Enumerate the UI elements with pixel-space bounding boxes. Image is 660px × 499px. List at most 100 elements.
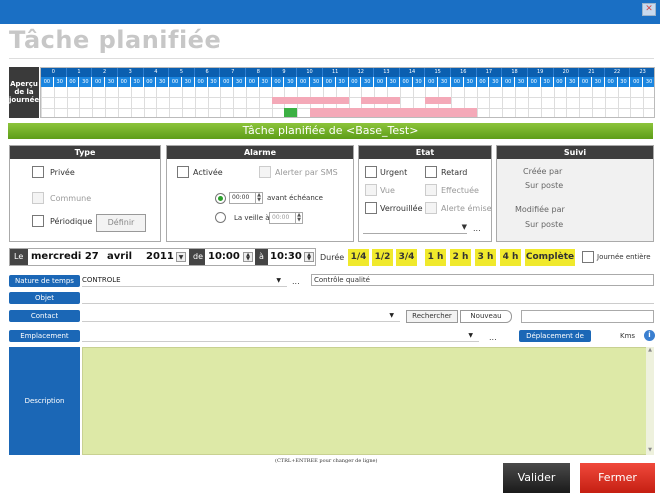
timeline-slot-9-00[interactable]: 00	[271, 77, 285, 87]
contact-select[interactable]: ▼	[82, 310, 400, 322]
timeline-slot-15-30[interactable]: 30	[438, 77, 451, 87]
timeline-slot-8-30[interactable]: 30	[258, 77, 272, 87]
timeline-slot-21-30[interactable]: 30	[591, 77, 605, 87]
close-icon[interactable]: ✕	[642, 3, 656, 16]
description-textarea[interactable]	[82, 347, 654, 455]
duree-3h-button[interactable]: 3 h	[475, 249, 496, 266]
timeline-slot-18-30[interactable]: 30	[515, 77, 528, 87]
valider-button[interactable]: Valider	[503, 463, 570, 493]
timeline-slot-10-00[interactable]: 00	[297, 77, 311, 87]
scroll-up-icon[interactable]: ▲	[646, 347, 654, 353]
timeline-slot-11-30[interactable]: 30	[335, 77, 349, 87]
end-time[interactable]: 10:30	[270, 249, 302, 265]
alarm-time-stepper[interactable]: 00:00 ▲ ▼	[229, 192, 263, 204]
timeline-slot-16-30[interactable]: 30	[463, 77, 477, 87]
timeline-slot-17-30[interactable]: 30	[489, 77, 503, 87]
timeline-slot-16-00[interactable]: 00	[451, 77, 464, 87]
timeline-slot-10-30[interactable]: 30	[310, 77, 323, 87]
timeline-slot-6-00[interactable]: 00	[194, 77, 208, 87]
timeline-slot-0-30[interactable]: 30	[53, 77, 67, 87]
timeline-slot-23-00[interactable]: 00	[630, 77, 644, 87]
description-scrollbar[interactable]: ▲ ▼	[646, 347, 654, 455]
date-year[interactable]: 2011	[146, 249, 174, 265]
veille-radio[interactable]	[215, 212, 226, 223]
timeline-slot-11-00[interactable]: 00	[322, 77, 336, 87]
timeline-slot-21-00[interactable]: 00	[579, 77, 592, 87]
timeline-slot-18-00[interactable]: 00	[502, 77, 516, 87]
timeline-slot-5-30[interactable]: 30	[181, 77, 195, 87]
urgent-checkbox[interactable]	[365, 166, 377, 178]
duree-4h-button[interactable]: 4 h	[500, 249, 521, 266]
timeline-slot-15-00[interactable]: 00	[425, 77, 439, 87]
timeline-slot-5-00[interactable]: 00	[169, 77, 182, 87]
verrouillee-checkbox[interactable]	[365, 202, 377, 214]
timeline-slot-17-00[interactable]: 00	[476, 77, 490, 87]
timeline-slot-2-00[interactable]: 00	[92, 77, 106, 87]
vue-label: Vue	[380, 186, 395, 195]
timeline-slot-22-30[interactable]: 30	[617, 77, 631, 87]
timeline-slot-12-00[interactable]: 00	[348, 77, 362, 87]
nouveau-button[interactable]: Nouveau	[460, 310, 512, 323]
timeline-slot-23-30[interactable]: 30	[643, 77, 654, 87]
calendar-dropdown-icon[interactable]: ▼	[176, 252, 186, 262]
info-icon[interactable]: i	[644, 330, 655, 341]
duree-1h-button[interactable]: 1 h	[425, 249, 446, 266]
contact-extra-field[interactable]	[521, 310, 654, 323]
timeline-slot-12-30[interactable]: 30	[361, 77, 375, 87]
duree-three-quarter-button[interactable]: 3/4	[396, 249, 417, 266]
rechercher-button[interactable]: Rechercher	[406, 310, 458, 323]
timeline-slot-20-00[interactable]: 00	[553, 77, 567, 87]
activee-checkbox[interactable]	[177, 166, 189, 178]
date-month[interactable]: avril	[107, 249, 132, 265]
stepper-arrows-icon[interactable]: ▲ ▼	[295, 213, 302, 223]
timeline-slot-14-00[interactable]: 00	[399, 77, 413, 87]
timeline-slot-6-30[interactable]: 30	[207, 77, 221, 87]
privee-checkbox[interactable]	[32, 166, 44, 178]
timeline-slot-19-00[interactable]: 00	[527, 77, 541, 87]
timeline-slot-13-30[interactable]: 30	[386, 77, 400, 87]
timeline-slot-9-30[interactable]: 30	[284, 77, 298, 87]
retard-checkbox[interactable]	[425, 166, 437, 178]
timeline-slot-22-00[interactable]: 00	[604, 77, 618, 87]
timeline-slot-7-30[interactable]: 30	[233, 77, 246, 87]
avant-echeance-radio[interactable]	[215, 193, 226, 204]
definir-button[interactable]: Définir	[96, 214, 146, 232]
etat-ellipsis-button[interactable]: ...	[473, 224, 481, 233]
periodique-checkbox[interactable]	[32, 215, 44, 227]
emplacement-select[interactable]: ▼	[82, 330, 479, 342]
timeline-slot-3-00[interactable]: 00	[117, 77, 131, 87]
duree-2h-button[interactable]: 2 h	[450, 249, 471, 266]
timeline-slot-4-30[interactable]: 30	[156, 77, 170, 87]
start-time[interactable]: 10:00	[208, 249, 240, 265]
duree-complete-button[interactable]: Complète	[525, 249, 575, 266]
timeline-slot-7-00[interactable]: 00	[220, 77, 234, 87]
timeline-slot-0-00[interactable]: 00	[41, 77, 54, 87]
scroll-down-icon[interactable]: ▼	[646, 447, 654, 453]
duree-half-button[interactable]: 1/2	[372, 249, 393, 266]
nature-ellipsis-button[interactable]: ...	[292, 277, 300, 286]
emplacement-ellipsis-button[interactable]: ...	[489, 333, 497, 342]
veille-time-stepper[interactable]: 00:00 ▲ ▼	[269, 212, 303, 224]
date-day[interactable]: mercredi 27	[31, 249, 99, 265]
timeline-slot-14-30[interactable]: 30	[412, 77, 426, 87]
start-time-stepper-icon[interactable]: ▲ ▼	[243, 252, 253, 262]
timeline-slot-2-30[interactable]: 30	[105, 77, 118, 87]
timeline-slot-1-30[interactable]: 30	[79, 77, 93, 87]
end-time-stepper-icon[interactable]: ▲ ▼	[304, 252, 314, 262]
duree-quarter-button[interactable]: 1/4	[348, 249, 369, 266]
objet-input[interactable]	[82, 292, 654, 304]
nature-detail-field[interactable]: Contrôle qualité	[311, 274, 654, 286]
stepper-arrows-icon[interactable]: ▲ ▼	[255, 193, 262, 203]
timeline-slot-13-00[interactable]: 00	[374, 77, 387, 87]
etat-dropdown[interactable]: ▼	[363, 220, 467, 234]
timeline-slot-3-30[interactable]: 30	[130, 77, 144, 87]
timeline-slot-8-00[interactable]: 00	[246, 77, 259, 87]
timeline-slot-4-00[interactable]: 00	[143, 77, 157, 87]
deplacement-input[interactable]	[591, 330, 617, 342]
timeline-slot-20-30[interactable]: 30	[566, 77, 580, 87]
fermer-button[interactable]: Fermer	[580, 463, 655, 493]
journee-entiere-checkbox[interactable]	[582, 251, 594, 263]
timeline-slot-19-30[interactable]: 30	[540, 77, 554, 87]
timeline-slot-1-00[interactable]: 00	[66, 77, 80, 87]
nature-de-temps-select[interactable]: CONTROLE ▼	[82, 275, 287, 287]
